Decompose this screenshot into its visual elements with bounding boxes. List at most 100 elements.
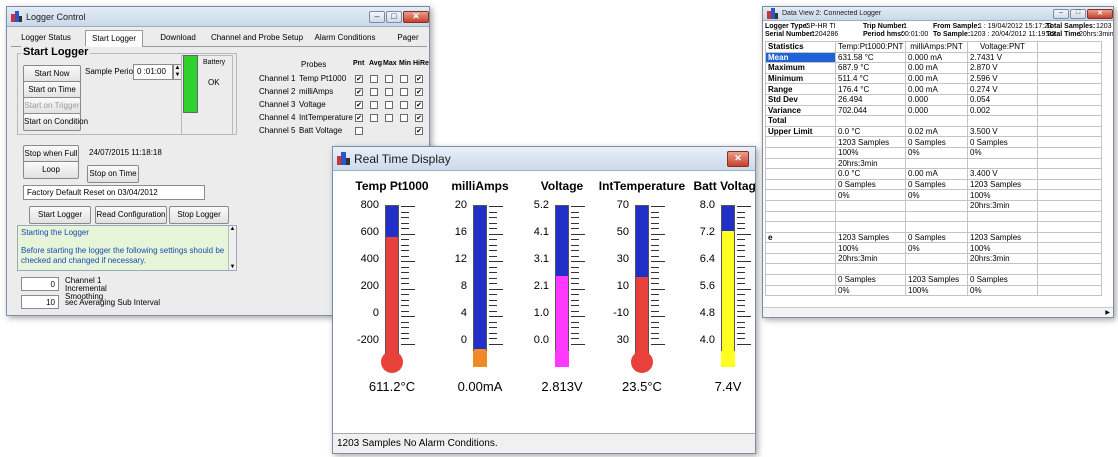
table-row[interactable]: Mean 631.58 °C 0.000 mA 2.7431 V — [765, 51, 1102, 64]
table-row[interactable]: Range 176.4 °C 0.00 mA 0.274 V — [765, 83, 1102, 95]
gauge-tick-mark — [651, 338, 659, 340]
gauge-tick-mark — [489, 321, 497, 323]
probe-checkbox[interactable] — [385, 101, 393, 109]
table-row[interactable]: e 1203 Samples 0 Samples 1203 Samples — [765, 231, 1102, 244]
table-row[interactable]: Std Dev 26.494 0.000 0.054 — [765, 93, 1102, 106]
probe-checkbox[interactable]: ✔ — [355, 75, 363, 83]
probe-checkbox[interactable]: ✔ — [355, 101, 363, 109]
probe-checkbox[interactable]: ✔ — [355, 114, 363, 122]
probe-checkbox[interactable]: ✔ — [415, 127, 423, 135]
probe-channel-label: Channel 2 — [259, 87, 296, 96]
start-on-condition-button[interactable]: Start on Condition — [23, 113, 88, 131]
probe-checkbox[interactable]: ✔ — [415, 75, 423, 83]
serial-value: 1204286 — [811, 31, 839, 38]
start-logger-group-label: Start Logger — [21, 46, 91, 58]
table-cell — [905, 210, 968, 223]
table-row[interactable]: 0 Samples 1203 Samples 0 Samples — [765, 274, 1102, 286]
table-row[interactable] — [765, 263, 1102, 276]
table-row[interactable]: 0% 0% 100% — [765, 189, 1102, 201]
gauge-title: Batt Voltage — [693, 179, 756, 193]
probe-checkbox[interactable] — [370, 101, 378, 109]
minimize-button[interactable]: – — [369, 10, 385, 23]
tab-channel-probe-setup[interactable]: Channel and Probe Setup — [209, 33, 305, 42]
stop-logger-button[interactable]: Stop Logger — [169, 206, 229, 224]
table-row[interactable]: Minimum 511.4 °C 0.00 mA 2.596 V — [765, 72, 1102, 85]
probe-checkbox[interactable] — [355, 127, 363, 135]
dv-maximize-button[interactable]: □ — [1070, 8, 1086, 19]
table-row[interactable]: 20hrs:3min — [765, 199, 1102, 212]
read-configuration-button[interactable]: Read Configuration — [95, 206, 167, 224]
gauge-tick-label: 8 — [460, 280, 467, 292]
table-row[interactable]: Variance 702.044 0.000 0.002 — [765, 104, 1102, 117]
maximize-button[interactable]: □ — [386, 10, 402, 23]
probe-checkbox[interactable] — [370, 75, 378, 83]
probe-checkbox[interactable]: ✔ — [415, 88, 423, 96]
table-row[interactable]: 20hrs:3min 20hrs:3min — [765, 252, 1102, 265]
data-view-scrollbar[interactable]: ▶ — [763, 307, 1113, 317]
column-header[interactable]: Statistics — [765, 41, 836, 53]
probe-checkbox[interactable] — [370, 88, 378, 96]
table-cell: 0.000 — [905, 104, 968, 117]
probe-checkbox[interactable] — [400, 75, 408, 83]
table-row[interactable]: Upper Limit 0.0 °C 0.02 mA 3.500 V — [765, 125, 1102, 138]
table-row[interactable]: 100% 0% 0% — [765, 146, 1102, 159]
empty-cell — [1037, 189, 1102, 201]
probe-name: Temp Pt1000 — [299, 74, 347, 83]
table-row[interactable]: 0.0 °C 0.00 mA 3.400 V — [765, 168, 1102, 180]
probe-checkbox[interactable]: ✔ — [415, 101, 423, 109]
dv-close-button[interactable]: ✕ — [1087, 8, 1113, 19]
table-row[interactable]: 0% 100% 0% — [765, 284, 1102, 297]
probe-checkbox[interactable]: ✔ — [355, 88, 363, 96]
table-cell: 2.870 V — [967, 62, 1038, 74]
tab-logger-status[interactable]: Logger Status — [15, 33, 77, 42]
row-label: Upper Limit — [765, 125, 836, 138]
table-row[interactable] — [765, 221, 1102, 233]
table-row[interactable]: 20hrs:3min — [765, 157, 1102, 170]
gauge-tick-mark — [651, 321, 659, 323]
smoothing-field[interactable]: 0 — [21, 277, 59, 291]
probe-checkbox[interactable] — [400, 88, 408, 96]
gauge-tick-mark — [651, 217, 659, 219]
table-row[interactable]: Total — [765, 115, 1102, 127]
gauge-tick-mark — [489, 338, 497, 340]
table-cell: 26.494 — [835, 93, 906, 106]
spin-down-icon: ▼ — [174, 72, 181, 78]
averaging-field[interactable]: 10 — [21, 295, 59, 309]
loop-button[interactable]: Loop — [23, 161, 79, 179]
probe-checkbox[interactable]: ✔ — [415, 114, 423, 122]
gauge-tick-mark — [571, 222, 579, 224]
table-row[interactable]: 100% 0% 100% — [765, 242, 1102, 254]
column-header[interactable]: Voltage:PNT — [967, 41, 1038, 53]
stop-on-time-button[interactable]: Stop on Time — [87, 165, 139, 183]
probe-checkbox[interactable] — [385, 114, 393, 122]
probe-checkbox[interactable] — [385, 75, 393, 83]
gauge-tick-mark — [737, 277, 745, 279]
column-header[interactable]: Temp:Pt1000:PNT — [835, 41, 906, 53]
table-row[interactable]: 0 Samples 0 Samples 1203 Samples — [765, 178, 1102, 191]
table-row[interactable]: 1203 Samples 0 Samples 0 Samples — [765, 136, 1102, 148]
dv-minimize-button[interactable]: – — [1053, 8, 1069, 19]
probe-checkbox[interactable] — [370, 114, 378, 122]
gauge-tick-mark — [571, 266, 579, 268]
tab-start-logger[interactable]: Start Logger — [85, 30, 143, 47]
tab-alarm-conditions[interactable]: Alarm Conditions — [311, 33, 379, 42]
probe-checkbox[interactable] — [385, 88, 393, 96]
tab-strip: Logger Status Start Logger Download Chan… — [11, 30, 427, 47]
tab-pager[interactable]: Pager — [393, 33, 423, 42]
close-button[interactable]: ✕ — [403, 10, 429, 23]
sample-period-field[interactable]: 0 :01:00 — [133, 64, 173, 80]
probe-checkbox[interactable] — [400, 114, 408, 122]
trip-label: Trip Number: — [863, 23, 907, 30]
start-logger-button[interactable]: Start Logger — [29, 206, 91, 224]
tab-download[interactable]: Download — [151, 33, 205, 42]
column-header[interactable]: milliAmps:PNT — [905, 41, 968, 53]
table-row[interactable]: Maximum 687.9 °C 0.00 mA 2.870 V — [765, 62, 1102, 74]
info-scrollbar[interactable]: ▲ ▼ — [228, 226, 236, 270]
realtime-close-button[interactable]: ✕ — [727, 150, 749, 167]
gauge-tick-mark — [489, 332, 497, 334]
probe-checkbox[interactable] — [400, 101, 408, 109]
info-title: Starting the Logger — [21, 228, 90, 237]
period-value: 00:01:00 — [901, 31, 929, 38]
probe-col-header: Min — [399, 60, 412, 67]
table-row[interactable] — [765, 210, 1102, 223]
